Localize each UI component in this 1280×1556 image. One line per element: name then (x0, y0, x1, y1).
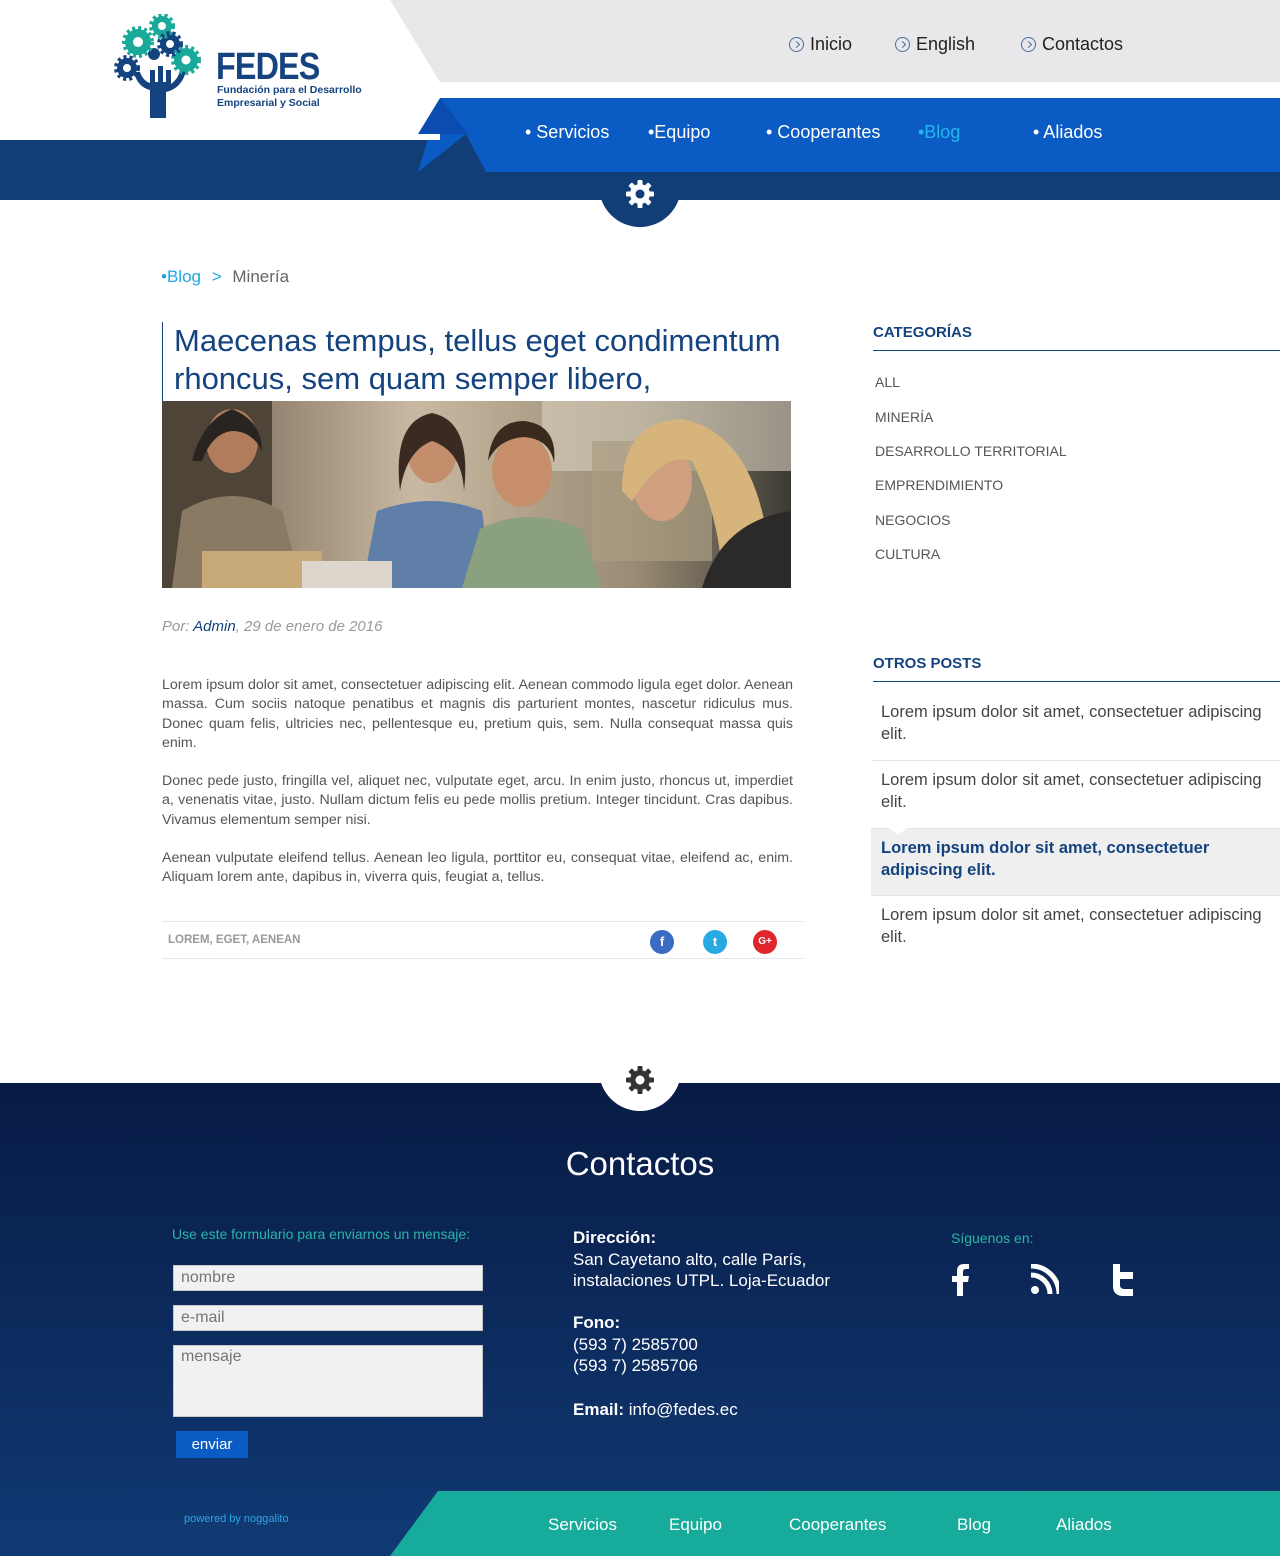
byline-prefix: Por: (162, 618, 190, 635)
post-date: , 29 de enero de 2016 (235, 618, 383, 635)
top-nav-label: Contactos (1042, 34, 1124, 54)
nav-equipo[interactable]: •Equipo (648, 122, 710, 143)
post-paragraph: Donec pede justo, fringilla vel, aliquet… (162, 773, 793, 828)
other-posts-heading: OTROS POSTS (873, 655, 1280, 682)
address-block: Dirección: San Cayetano alto, calle Parí… (573, 1227, 830, 1292)
rss-icon[interactable] (1031, 1264, 1059, 1294)
post-author-link[interactable]: Admin (193, 618, 236, 635)
categories-heading: CATEGORÍAS (873, 324, 1280, 351)
powered-by[interactable]: powered by noggalito (184, 1513, 289, 1525)
address-label: Dirección: (573, 1228, 657, 1247)
gear-icon (626, 1066, 654, 1094)
logo-tagline: Fundación para el Desarrollo Empresarial… (217, 84, 362, 109)
breadcrumb-current: Minería (232, 267, 290, 286)
nav-aliados[interactable]: • Aliados (1033, 122, 1102, 143)
phone-number: (593 7) 2585706 (573, 1356, 698, 1375)
other-post-link-active[interactable]: Lorem ipsum dolor sit amet, consectetuer… (871, 828, 1280, 896)
category-mineria[interactable]: MINERÍA (875, 409, 933, 425)
nav-cooperantes[interactable]: • Cooperantes (766, 122, 880, 143)
footer-nav-blog[interactable]: Blog (957, 1515, 991, 1535)
address-line: instalaciones UTPL. Loja-Ecuador (573, 1271, 831, 1290)
post-image (162, 401, 791, 588)
footer-nav-cooperantes[interactable]: Cooperantes (789, 1515, 886, 1535)
post-tags[interactable]: LOREM, EGET, AENEAN (168, 934, 300, 946)
phone-number: (593 7) 2585700 (573, 1334, 698, 1354)
category-all[interactable]: ALL (875, 374, 900, 390)
top-nav-label: English (916, 34, 976, 54)
category-emprendimiento[interactable]: EMPRENDIMIENTO (875, 477, 1003, 493)
nav-servicios[interactable]: • Servicios (525, 122, 609, 143)
chevron-circle-icon (895, 37, 910, 52)
other-post-link[interactable]: Lorem ipsum dolor sit amet, consectetuer… (871, 761, 1280, 829)
post-title-block: Maecenas tempus, tellus eget condimentum… (162, 322, 802, 402)
category-desarrollo-territorial[interactable]: DESARROLLO TERRITORIAL (875, 443, 1067, 459)
twitter-icon[interactable]: t (703, 930, 727, 954)
other-post-link[interactable]: Lorem ipsum dolor sit amet, consectetuer… (871, 896, 1280, 964)
top-nav-english[interactable]: English (895, 34, 975, 55)
logo-name: FEDES (216, 46, 320, 88)
email-link[interactable]: info@fedes.ec (629, 1400, 738, 1419)
gear-icon (626, 180, 654, 208)
footer-nav-equipo[interactable]: Equipo (669, 1515, 722, 1535)
email-block: Email: info@fedes.ec (573, 1399, 738, 1421)
twitter-icon[interactable] (1111, 1264, 1135, 1296)
gears-tree-icon (114, 13, 201, 118)
phone-block: Fono: (593 7) 2585700 (593 7) 2585706 (573, 1312, 698, 1377)
post-title: Maecenas tempus, tellus eget condimentum… (174, 323, 781, 396)
category-cultura[interactable]: CULTURA (875, 546, 940, 562)
contact-form-intro: Use este formulario para enviarnos un me… (172, 1226, 471, 1242)
category-negocios[interactable]: NEGOCIOS (875, 512, 950, 528)
other-post-link[interactable]: Lorem ipsum dolor sit amet, consectetuer… (871, 693, 1280, 761)
facebook-icon[interactable]: f (650, 930, 674, 954)
top-nav-contactos[interactable]: Contactos (1021, 34, 1123, 55)
breadcrumb-separator: > (211, 267, 222, 286)
chevron-circle-icon (1021, 37, 1036, 52)
phone-label: Fono: (573, 1313, 621, 1332)
top-nav-label: Inicio (810, 34, 853, 54)
email-field[interactable] (173, 1305, 483, 1331)
post-byline: Por: Admin, 29 de enero de 2016 (162, 618, 382, 635)
send-button[interactable]: enviar (176, 1431, 248, 1458)
facebook-icon[interactable] (950, 1264, 970, 1296)
name-field[interactable] (173, 1265, 483, 1291)
footer-nav-aliados[interactable]: Aliados (1056, 1515, 1112, 1535)
chevron-circle-icon (789, 37, 804, 52)
follow-label: Síguenos en: (951, 1230, 1034, 1246)
post-paragraph: Lorem ipsum dolor sit amet, consectetuer… (162, 677, 793, 751)
breadcrumb: •Blog > Minería (161, 267, 289, 287)
top-nav-inicio[interactable]: Inicio (789, 34, 852, 55)
post-tag-bar: LOREM, EGET, AENEAN f t G+ (162, 921, 804, 959)
post-body: Lorem ipsum dolor sit amet, consectetuer… (162, 676, 793, 907)
post-paragraph: Aenean vulputate eleifend tellus. Aenean… (162, 850, 793, 886)
breadcrumb-blog-link[interactable]: •Blog (161, 267, 201, 286)
footer-nav-servicios[interactable]: Servicios (548, 1515, 617, 1535)
fedes-logo[interactable]: FEDES Fundación para el Desarrollo Empre… (114, 13, 364, 120)
footer-title: Contactos (565, 1145, 715, 1182)
google-plus-icon[interactable]: G+ (753, 930, 777, 954)
message-field[interactable] (173, 1345, 483, 1417)
email-label: Email: (573, 1400, 625, 1419)
address-line: San Cayetano alto, calle París, (573, 1249, 807, 1269)
nav-blog[interactable]: •Blog (918, 122, 960, 143)
post-photo (162, 401, 791, 588)
